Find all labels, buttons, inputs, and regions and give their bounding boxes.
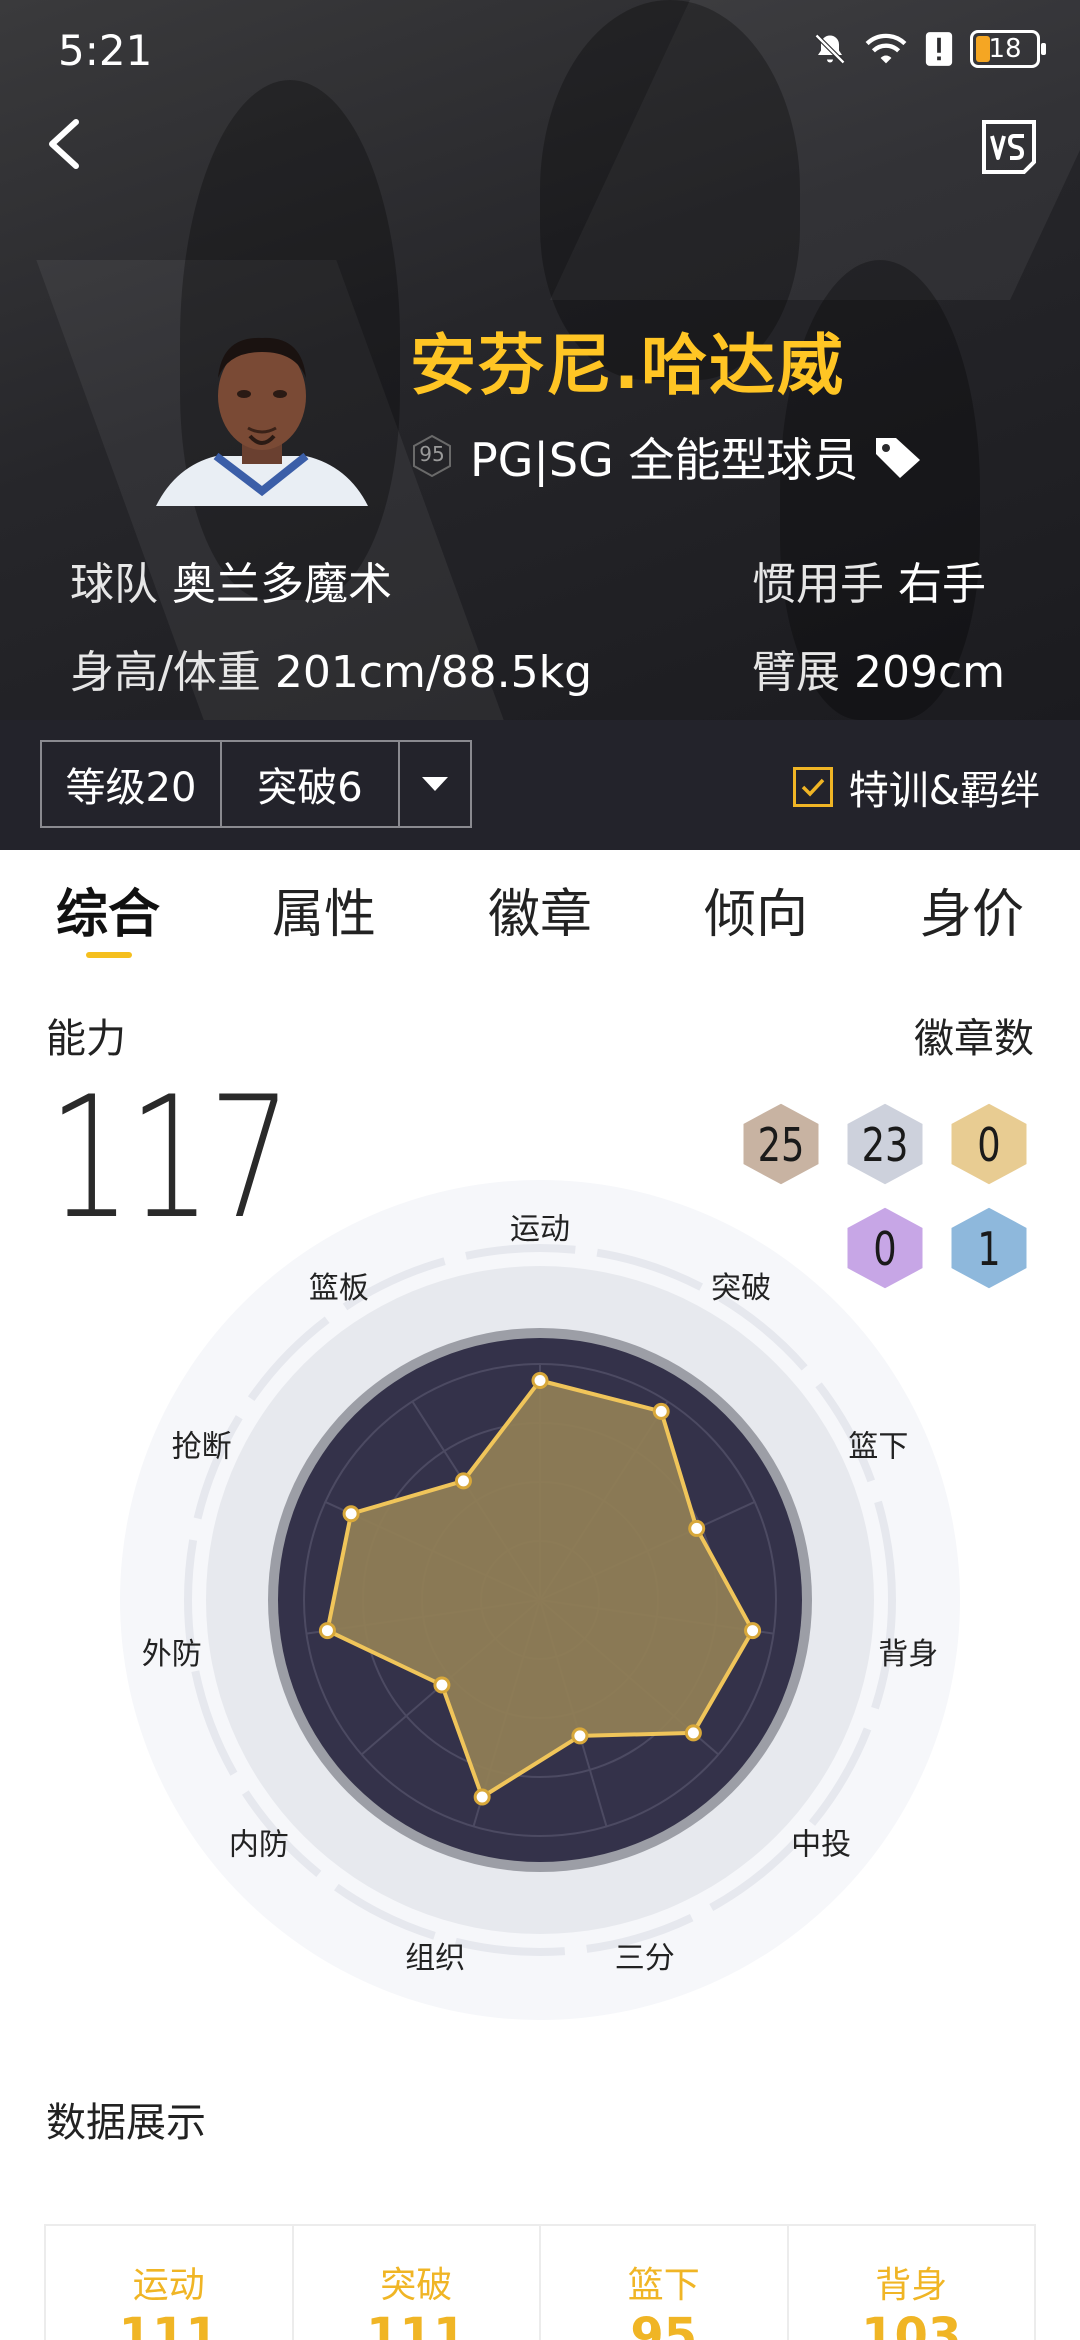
stat-name: 篮下 [627,2265,700,2306]
radar-axis-label: 内防 [229,1828,289,1863]
radar-point [688,1519,706,1537]
tab-tendencies[interactable]: 倾向 [704,872,808,947]
hand-label: 惯用手 [752,559,884,610]
player-name: 安芬尼.哈达威 [410,327,846,404]
battery-level: 18 [988,34,1022,64]
mute-bell-icon [814,33,846,65]
radar-axis-label: 篮下 [848,1429,908,1464]
hand-info: 惯用手 右手 [752,548,986,612]
tab-value[interactable]: 身价 [920,872,1024,947]
radar-point [342,1505,360,1523]
radar-axis-label: 篮板 [309,1271,369,1306]
check-icon [801,778,825,797]
status-bar: 5:21 18 [0,0,1080,100]
back-arrow-icon[interactable] [36,108,96,178]
radar-axis-label: 背身 [878,1637,938,1672]
radar-point [433,1676,451,1694]
radar-point [473,1788,491,1806]
radar-axis-label: 外防 [142,1637,202,1672]
team-info: 球队 奥兰多魔术 [70,548,392,612]
active-tab-indicator [86,952,132,958]
battery-icon: 18 [970,30,1046,68]
wingspan-value: 209cm [854,647,1006,698]
ovr-value: 95 [419,442,445,466]
radar-axis-label: 组织 [405,1941,465,1976]
stat-name: 运动 [132,2265,205,2306]
radar-point [454,1472,472,1490]
tab-attributes[interactable]: 属性 [272,872,376,947]
status-time: 5:21 [58,26,153,75]
training-toggle[interactable]: 特训&羁绊 [792,758,1040,816]
radar-axis-label: 突破 [711,1271,771,1306]
radar-axis-label: 中投 [791,1828,851,1863]
ability-radar-chart: 运动突破篮下背身中投三分 组织 内防 外防 抢断 篮板 [120,1180,960,2020]
player-avatar [156,316,368,506]
radar-point [684,1724,702,1742]
wingspan-label: 臂展 [752,647,840,698]
radar-axis-label: 运动 [510,1212,570,1247]
radar-point [531,1372,549,1390]
level-bar: 等级20 突破6 特训&羁绊 [0,720,1080,850]
stat-value: 103 [861,2308,962,2340]
tab-overview[interactable]: 综合 [56,872,160,947]
ovr-badge: 95 [412,434,452,478]
stat-cell: 篮下 95 [541,2226,789,2340]
training-checkbox[interactable] [792,767,833,807]
body-value: 201cm/88.5kg [274,647,593,698]
caret-down-icon [422,777,448,791]
stat-name: 背身 [875,2265,948,2306]
stat-value: 111 [366,2308,467,2340]
team-value: 奥兰多魔术 [172,559,392,610]
tab-bar: 综合 属性 徽章 倾向 身价 [0,850,1080,960]
tag-icon[interactable] [872,432,924,480]
wingspan-info: 臂展 209cm [752,636,1005,700]
stats-table: 运动 111 突破 111 篮下 95 背身 103 [44,2224,1036,2340]
radar-point [318,1622,336,1640]
stat-name: 突破 [380,2265,453,2306]
radar-point [744,1622,762,1640]
breakthrough-selector[interactable]: 突破6 [220,740,400,828]
player-position: PG|SG 全能型球员 [470,433,859,487]
radar-axis-label: 抢断 [172,1429,232,1464]
level-dropdown-button[interactable] [398,740,472,828]
training-label: 特训&羁绊 [848,768,1040,814]
radar-axis-label: 三分 [615,1941,675,1976]
status-icons: 18 [812,30,1046,68]
data-display-title: 数据展示 [46,2100,206,2146]
body-info: 身高/体重 201cm/88.5kg [70,636,592,700]
tab-badges[interactable]: 徽章 [488,872,592,947]
wifi-icon [865,33,907,64]
team-label: 球队 [70,559,158,610]
stat-cell: 突破 111 [294,2226,541,2340]
stat-value: 95 [630,2308,698,2340]
body-label: 身高/体重 [70,647,261,698]
alert-icon [925,32,953,66]
vs-compare-icon[interactable] [980,118,1038,176]
level-selector[interactable]: 等级20 [40,740,222,828]
stat-value: 111 [118,2308,219,2340]
stat-cell: 运动 111 [46,2226,294,2340]
hand-value: 右手 [898,559,986,610]
ability-label: 能力 [46,1016,126,1062]
stat-cell: 背身 103 [789,2226,1035,2340]
radar-point [571,1727,589,1745]
badge-count-label: 徽章数 [914,1016,1034,1062]
radar-point [652,1402,670,1420]
